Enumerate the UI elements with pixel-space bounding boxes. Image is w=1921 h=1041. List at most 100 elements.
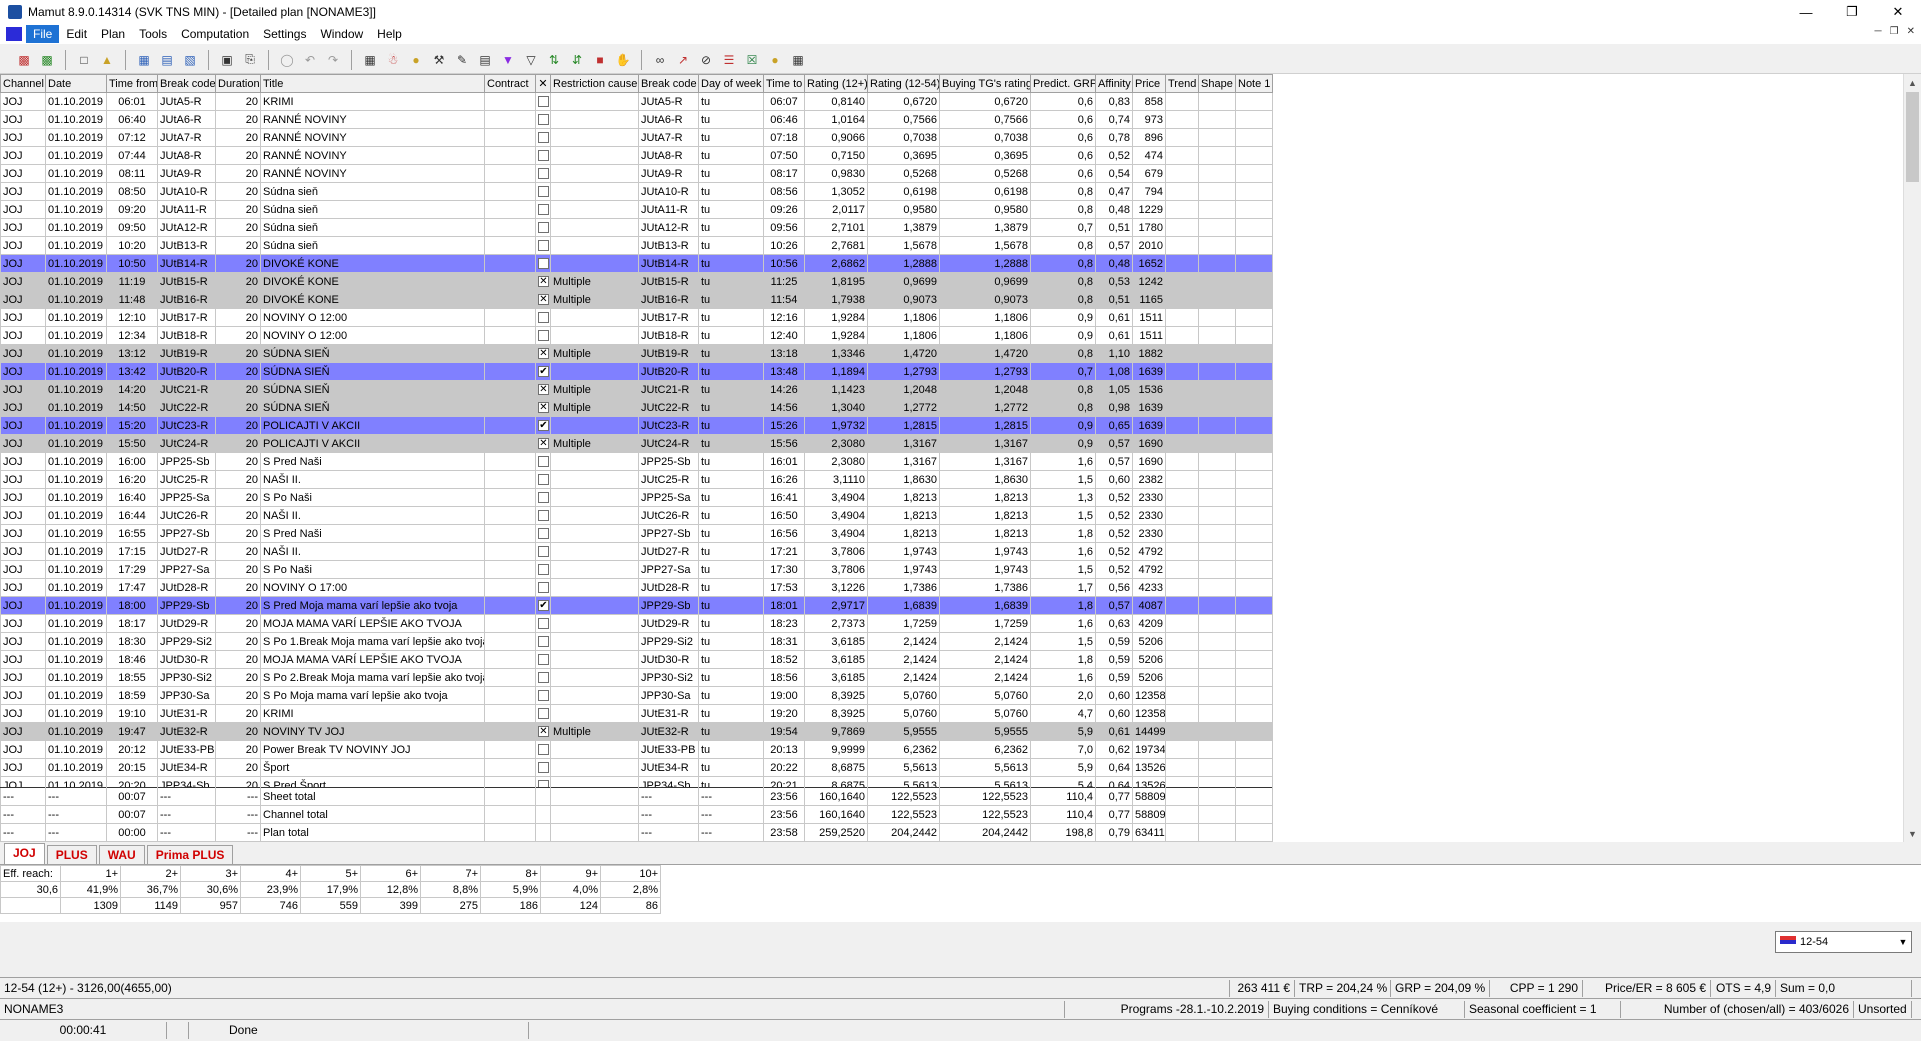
table-row[interactable]: JOJ 01.10.2019 14:20 JUtC21-R 20 SÚDNA SIEŇ ✕ M… — [0, 380, 1273, 399]
row-checkbox[interactable] — [538, 492, 549, 504]
stop-icon[interactable]: ⊘ — [696, 50, 716, 70]
table-row[interactable]: JOJ 01.10.2019 07:44 JUtA8-R 20 RANNÉ NOVINY J… — [0, 146, 1273, 165]
scroll-down-icon[interactable]: ▼ — [1904, 825, 1921, 842]
print-icon[interactable]: ⎘ — [240, 50, 260, 70]
table-row[interactable]: JOJ 01.10.2019 06:40 JUtA6-R 20 RANNÉ NOVINY J… — [0, 110, 1273, 129]
link-icon[interactable]: ∞ — [650, 50, 670, 70]
row-checkbox[interactable]: ✔ — [538, 366, 549, 378]
table-row[interactable]: JOJ 01.10.2019 09:20 JUtA11-R 20 Súdna sieň JU… — [0, 200, 1273, 219]
sort-icon[interactable]: ⇅ — [544, 50, 564, 70]
view-list-icon[interactable]: ▤ — [157, 50, 177, 70]
menu-window[interactable]: Window — [313, 25, 370, 43]
tools-icon[interactable]: ⚒ — [429, 50, 449, 70]
row-checkbox[interactable] — [538, 474, 549, 486]
table-row[interactable]: JOJ 01.10.2019 09:50 JUtA12-R 20 Súdna sieň JU… — [0, 218, 1273, 237]
mdi-restore-icon[interactable]: ❐ — [1890, 26, 1899, 37]
table-row[interactable]: JOJ 01.10.2019 12:10 JUtB17-R 20 NOVINY O 12:… — [0, 308, 1273, 327]
import-icon[interactable]: ▩ — [14, 50, 34, 70]
undo-icon[interactable]: ↶ — [300, 50, 320, 70]
row-checkbox[interactable] — [538, 510, 549, 522]
table-row[interactable]: JOJ 01.10.2019 16:40 JPP25-Sa 20 S Po Naši JPP… — [0, 488, 1273, 507]
table-row[interactable]: JOJ 01.10.2019 18:55 JPP30-Si2 20 S Po 2.Brea… — [0, 668, 1273, 687]
idea-icon[interactable]: ● — [765, 50, 785, 70]
new-file-icon[interactable]: □ — [74, 50, 94, 70]
table-row[interactable]: JOJ 01.10.2019 17:15 JUtD27-R 20 NAŠI II. JUtD… — [0, 542, 1273, 561]
row-checkbox[interactable] — [538, 582, 549, 594]
chevron-down-icon[interactable]: ▼ — [1895, 932, 1911, 952]
row-checkbox[interactable] — [538, 330, 549, 342]
row-checkbox[interactable] — [538, 312, 549, 324]
row-checkbox[interactable] — [538, 258, 549, 270]
table-row[interactable]: JOJ 01.10.2019 10:20 JUtB13-R 20 Súdna sieň JU… — [0, 236, 1273, 255]
table-row[interactable]: JOJ 01.10.2019 18:00 JPP29-Sb 20 S Pred Moja … — [0, 596, 1273, 615]
chart-icon[interactable]: ↗ — [673, 50, 693, 70]
bulb-icon[interactable]: ● — [406, 50, 426, 70]
menu-computation[interactable]: Computation — [174, 25, 256, 43]
tab-plus[interactable]: PLUS — [46, 845, 97, 864]
column-header[interactable]: Date — [45, 74, 107, 93]
column-header[interactable]: Buying TG's rating — [939, 74, 1031, 93]
table-row[interactable]: JOJ 01.10.2019 20:15 JUtE34-R 20 Šport JUtE34-… — [0, 758, 1273, 777]
row-checkbox[interactable] — [538, 222, 549, 234]
row-checkbox[interactable] — [538, 546, 549, 558]
view-table-icon[interactable]: ▧ — [180, 50, 200, 70]
row-checkbox[interactable] — [538, 528, 549, 540]
menu-file[interactable]: File — [26, 25, 60, 43]
column-header[interactable]: Duration — [215, 74, 261, 93]
tab-joj[interactable]: JOJ — [4, 843, 45, 864]
row-checkbox[interactable] — [538, 168, 549, 180]
column-header[interactable]: Trend — [1165, 74, 1199, 93]
row-checkbox[interactable] — [538, 618, 549, 630]
table-row[interactable]: JOJ 01.10.2019 11:48 JUtB16-R 20 DIVOKÉ KONE ✕… — [0, 290, 1273, 309]
redo-icon[interactable]: ↷ — [323, 50, 343, 70]
table-row[interactable]: JOJ 01.10.2019 15:20 JUtC23-R 20 POLICAJTI V … — [0, 416, 1273, 435]
save-icon[interactable]: ▣ — [217, 50, 237, 70]
table-row[interactable]: JOJ 01.10.2019 18:17 JUtD29-R 20 MOJA MAMA VA… — [0, 614, 1273, 633]
table-row[interactable]: JOJ 01.10.2019 08:50 JUtA10-R 20 Súdna sieň JU… — [0, 182, 1273, 201]
column-header[interactable]: Time from — [106, 74, 158, 93]
row-checkbox[interactable] — [538, 204, 549, 216]
row-checkbox[interactable] — [538, 708, 549, 720]
table-row[interactable]: JOJ 01.10.2019 14:50 JUtC22-R 20 SÚDNA SIEŇ ✕ M… — [0, 398, 1273, 417]
mdi-minimize-icon[interactable]: ─ — [1875, 26, 1882, 37]
scroll-thumb[interactable] — [1906, 92, 1919, 182]
maximize-icon[interactable]: ❐ — [1829, 0, 1875, 24]
table-row[interactable]: JOJ 01.10.2019 06:01 JUtA5-R 20 KRIMI JUtA5-R t… — [0, 92, 1273, 111]
row-checkbox[interactable] — [538, 762, 549, 774]
close-icon[interactable]: ✕ — [1875, 0, 1921, 24]
row-checkbox[interactable] — [538, 636, 549, 648]
calendar-icon[interactable]: ▤ — [475, 50, 495, 70]
column-header[interactable]: Rating (12-54) — [867, 74, 940, 93]
row-checkbox[interactable]: ✕ — [538, 294, 549, 306]
package-icon[interactable]: ■ — [590, 50, 610, 70]
row-checkbox[interactable]: ✕ — [538, 348, 549, 360]
detailed-plan-grid[interactable]: Channel Date Time from Break code Duration Ti… — [0, 74, 1903, 842]
menu-help[interactable]: Help — [370, 25, 409, 43]
row-checkbox[interactable] — [538, 744, 549, 756]
row-checkbox[interactable] — [538, 150, 549, 162]
table-row[interactable]: JOJ 01.10.2019 19:10 JUtE31-R 20 KRIMI JUtE31-… — [0, 704, 1273, 723]
column-header[interactable]: Price — [1132, 74, 1166, 93]
row-checkbox[interactable]: ✕ — [538, 438, 549, 450]
table-row[interactable]: JOJ 01.10.2019 11:19 JUtB15-R 20 DIVOKÉ KONE ✕… — [0, 272, 1273, 291]
hand-icon[interactable]: ✋ — [613, 50, 633, 70]
table-row[interactable]: JOJ 01.10.2019 20:12 JUtE33-PB 20 Power Break… — [0, 740, 1273, 759]
row-checkbox[interactable] — [538, 132, 549, 144]
system-menu-icon[interactable] — [6, 27, 22, 41]
row-checkbox[interactable]: ✔ — [538, 600, 549, 612]
column-header[interactable]: Title — [260, 74, 485, 93]
column-header[interactable]: Contract — [484, 74, 536, 93]
table-row[interactable]: JOJ 01.10.2019 18:59 JPP30-Sa 20 S Po Moja ma… — [0, 686, 1273, 705]
filter-color-icon[interactable]: ▼ — [498, 50, 518, 70]
column-header[interactable]: Break code — [638, 74, 699, 93]
column-header[interactable]: Predict. GRP — [1030, 74, 1096, 93]
view-grid-icon[interactable]: ▦ — [134, 50, 154, 70]
column-header[interactable]: Time to — [763, 74, 805, 93]
calculator-icon[interactable]: ▦ — [788, 50, 808, 70]
table-row[interactable]: JOJ 01.10.2019 15:50 JUtC24-R 20 POLICAJTI V … — [0, 434, 1273, 453]
filter-icon[interactable]: ▽ — [521, 50, 541, 70]
column-header[interactable]: Shape — [1198, 74, 1236, 93]
export-icon[interactable]: ▩ — [37, 50, 57, 70]
column-header[interactable]: Day of week — [698, 74, 764, 93]
circle-icon[interactable]: ◯ — [277, 50, 297, 70]
